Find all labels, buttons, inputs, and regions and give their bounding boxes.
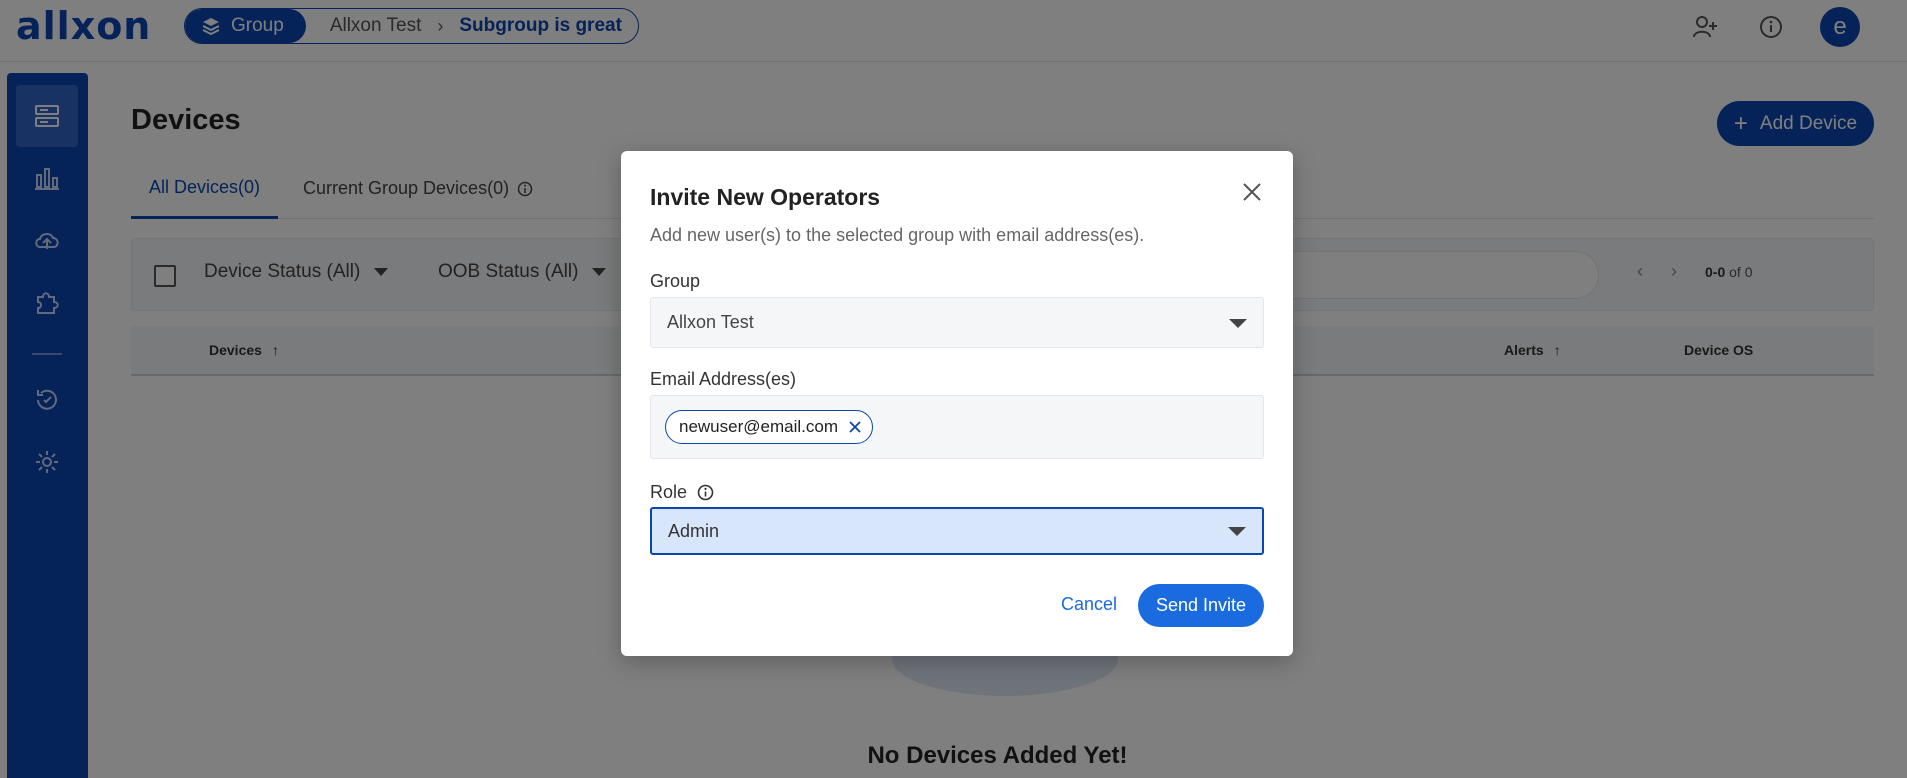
caret-down-icon [1229, 318, 1247, 328]
email-field[interactable]: newuser@email.com [650, 395, 1264, 459]
role-label: Role [650, 482, 714, 503]
group-select[interactable]: Allxon Test [650, 297, 1264, 348]
close-icon[interactable] [1239, 179, 1265, 205]
role-select-value: Admin [668, 520, 720, 541]
send-invite-button[interactable]: Send Invite [1138, 584, 1264, 627]
email-chip-text: newuser@email.com [679, 417, 838, 436]
email-chip: newuser@email.com [665, 410, 873, 444]
invite-operators-dialog: Invite New Operators Add new user(s) to … [621, 151, 1293, 656]
remove-email-icon[interactable] [848, 420, 862, 434]
cancel-button[interactable]: Cancel [1044, 583, 1134, 625]
group-label: Group [650, 271, 700, 292]
group-select-value: Allxon Test [667, 312, 754, 332]
dialog-title: Invite New Operators [650, 184, 881, 210]
email-label-text: Email Address(es) [650, 369, 797, 389]
info-icon[interactable] [697, 484, 714, 501]
role-select[interactable]: Admin [650, 507, 1264, 555]
caret-down-icon [1228, 527, 1246, 536]
group-label-text: Group [650, 271, 701, 291]
email-label: Email Address(es) [650, 369, 796, 390]
dialog-description: Add new user(s) to the selected group wi… [650, 225, 1145, 245]
role-label-text: Role [650, 482, 688, 502]
